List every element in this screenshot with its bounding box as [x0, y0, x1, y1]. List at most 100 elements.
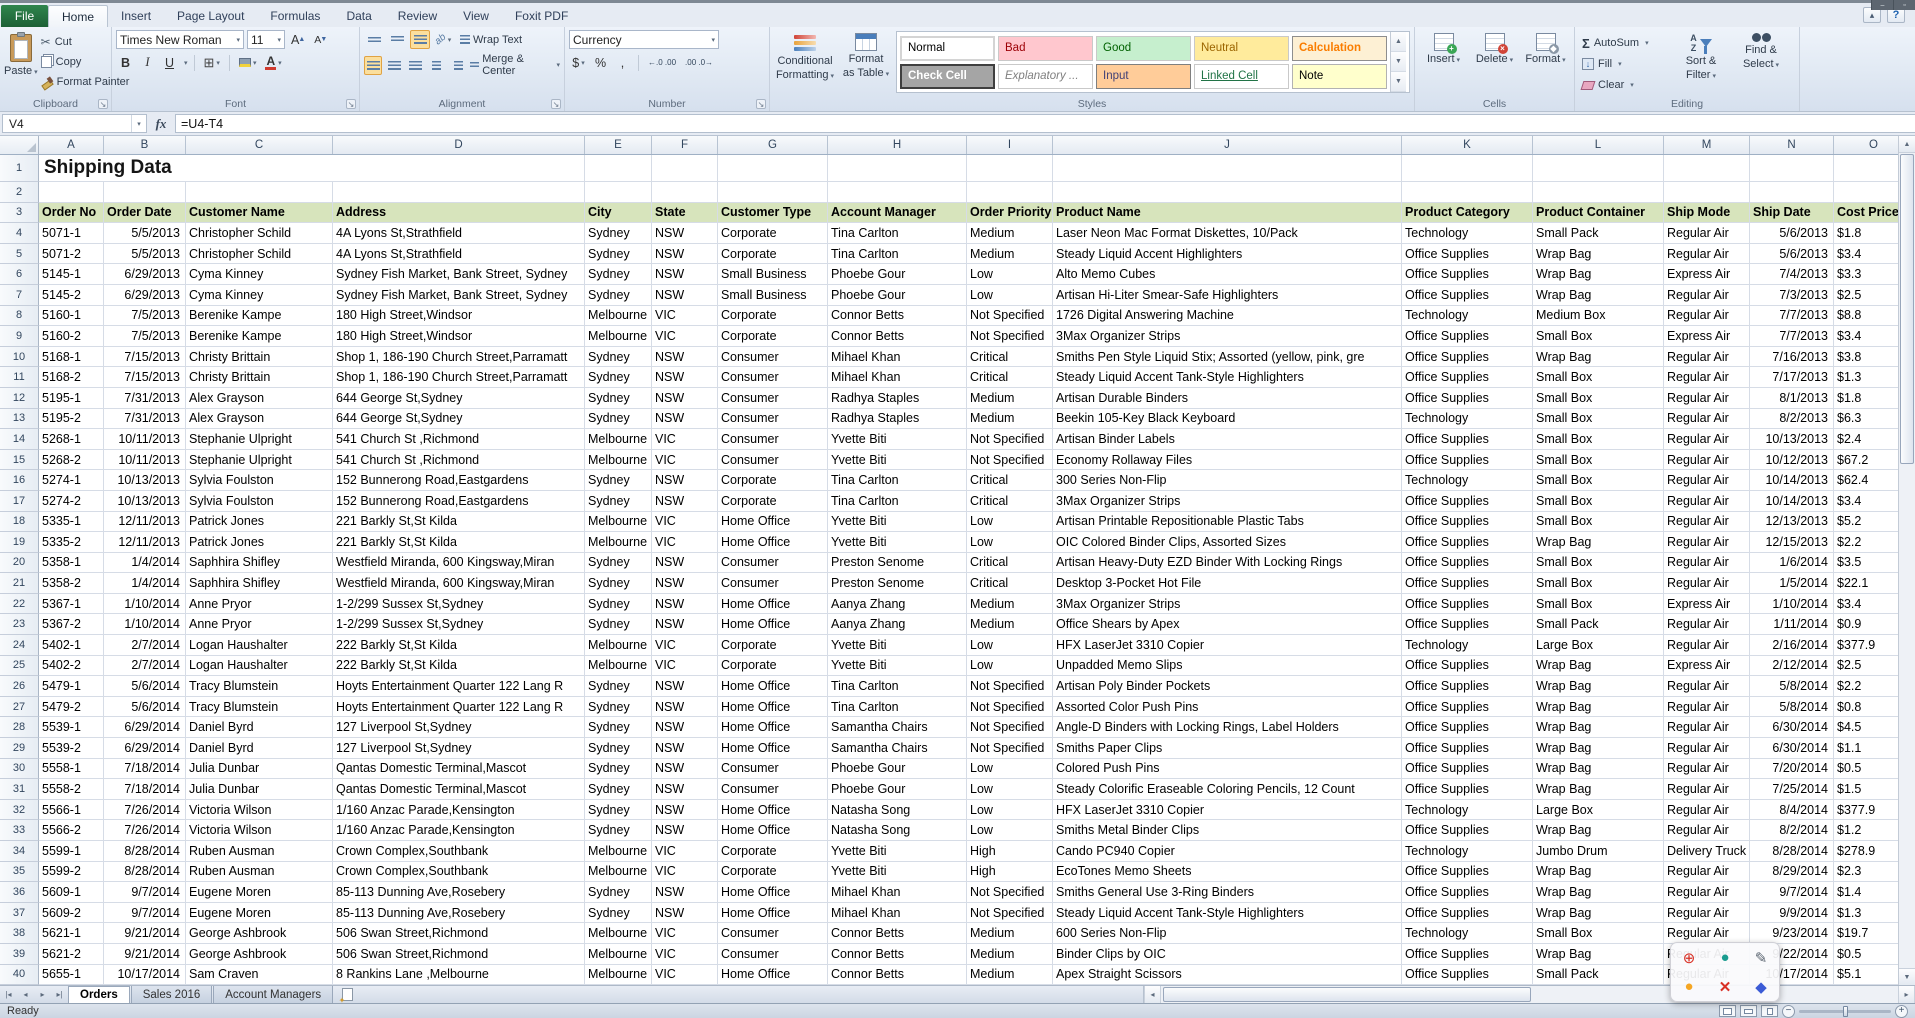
cell-E26[interactable]: Sydney [585, 676, 652, 697]
cell-J15[interactable]: Economy Rollaway Files [1053, 450, 1402, 471]
cell-G4[interactable]: Corporate [718, 223, 828, 244]
column-header-A[interactable]: A [39, 136, 104, 154]
cell-C3[interactable]: Customer Name [186, 203, 333, 224]
cell-E23[interactable]: Sydney [585, 614, 652, 635]
cell-D33[interactable]: 1/160 Anzac Parade,Kensington [333, 820, 585, 841]
cell-C25[interactable]: Logan Haushalter [186, 656, 333, 677]
cell-M15[interactable]: Regular Air [1664, 450, 1750, 471]
cell-D12[interactable]: 644 George St,Sydney [333, 388, 585, 409]
cell-E25[interactable]: Melbourne [585, 656, 652, 677]
cell-I8[interactable]: Not Specified [967, 306, 1053, 327]
cell-H37[interactable]: Mihael Khan [828, 903, 967, 924]
cell-F32[interactable]: NSW [652, 800, 718, 821]
cell-D5[interactable]: 4A Lyons St,Strathfield [333, 244, 585, 265]
cell-K25[interactable]: Office Supplies [1402, 656, 1533, 677]
cell-E24[interactable]: Melbourne [585, 635, 652, 656]
formula-input[interactable]: =U4-T4 [175, 114, 1915, 133]
cell-B34[interactable]: 8/28/2014 [104, 841, 186, 862]
cell-E10[interactable]: Sydney [585, 347, 652, 368]
cell-K38[interactable]: Technology [1402, 923, 1533, 944]
cell-I6[interactable]: Low [967, 264, 1053, 285]
cell-H17[interactable]: Tina Carlton [828, 491, 967, 512]
cell-G2[interactable] [718, 182, 828, 203]
cell-H24[interactable]: Yvette Biti [828, 635, 967, 656]
cell-E32[interactable]: Sydney [585, 800, 652, 821]
cell-G15[interactable]: Consumer [718, 450, 828, 471]
cell-L32[interactable]: Large Box [1533, 800, 1664, 821]
cell-J36[interactable]: Smiths General Use 3-Ring Binders [1053, 882, 1402, 903]
cell-L13[interactable]: Small Box [1533, 409, 1664, 430]
cell-M7[interactable]: Regular Air [1664, 285, 1750, 306]
ribbon-tab-page-layout[interactable]: Page Layout [164, 5, 257, 27]
cell-G33[interactable]: Home Office [718, 820, 828, 841]
cell-O12[interactable]: $1.8 [1834, 388, 1898, 409]
cell-H8[interactable]: Connor Betts [828, 306, 967, 327]
cell-H31[interactable]: Phoebe Gour [828, 779, 967, 800]
cell-L4[interactable]: Small Pack [1533, 223, 1664, 244]
orientation-icon[interactable]: ab▾ [433, 30, 453, 49]
cell-L12[interactable]: Small Box [1533, 388, 1664, 409]
cell-L30[interactable]: Wrap Bag [1533, 759, 1664, 780]
cell-N5[interactable]: 5/6/2013 [1750, 244, 1834, 265]
cell-H25[interactable]: Yvette Biti [828, 656, 967, 677]
cell-F19[interactable]: VIC [652, 532, 718, 553]
cell-K5[interactable]: Office Supplies [1402, 244, 1533, 265]
row-header-26[interactable]: 26 [0, 676, 39, 697]
cell-M20[interactable]: Regular Air [1664, 553, 1750, 574]
cell-C20[interactable]: Saphhira Shifley [186, 553, 333, 574]
cell-O27[interactable]: $0.8 [1834, 697, 1898, 718]
cell-D15[interactable]: 541 Church St ,Richmond [333, 450, 585, 471]
horizontal-scrollbar[interactable]: ◂ ▸ [1143, 986, 1915, 1003]
cell-I15[interactable]: Not Specified [967, 450, 1053, 471]
cell-M12[interactable]: Regular Air [1664, 388, 1750, 409]
cell-D31[interactable]: Qantas Domestic Terminal,Mascot [333, 779, 585, 800]
gallery-up-icon[interactable]: ▲ [1391, 32, 1406, 52]
cell-C16[interactable]: Sylvia Foulston [186, 470, 333, 491]
row-header-6[interactable]: 6 [0, 264, 39, 285]
cell-E17[interactable]: Sydney [585, 491, 652, 512]
cell-M16[interactable]: Regular Air [1664, 470, 1750, 491]
cell-A38[interactable]: 5621-1 [39, 923, 104, 944]
cell-M29[interactable]: Regular Air [1664, 738, 1750, 759]
cell-D10[interactable]: Shop 1, 186-190 Church Street,Parramatt [333, 347, 585, 368]
row-header-17[interactable]: 17 [0, 491, 39, 512]
cell-B10[interactable]: 7/15/2013 [104, 347, 186, 368]
cell-O9[interactable]: $3.4 [1834, 326, 1898, 347]
cell-L7[interactable]: Wrap Bag [1533, 285, 1664, 306]
cell-O19[interactable]: $2.2 [1834, 532, 1898, 553]
cell-D17[interactable]: 152 Bunnerong Road,Eastgardens [333, 491, 585, 512]
font-dialog-launcher[interactable]: ↘ [346, 99, 356, 109]
cell-M37[interactable]: Regular Air [1664, 903, 1750, 924]
column-header-K[interactable]: K [1402, 136, 1533, 154]
format-as-table-button[interactable]: Format as Table▾ [838, 30, 894, 96]
cell-I22[interactable]: Medium [967, 594, 1053, 615]
cell-L23[interactable]: Small Pack [1533, 614, 1664, 635]
cell-H16[interactable]: Tina Carlton [828, 470, 967, 491]
cell-E2[interactable] [585, 182, 652, 203]
cell-G29[interactable]: Home Office [718, 738, 828, 759]
cell-E28[interactable]: Sydney [585, 717, 652, 738]
cell-I24[interactable]: Low [967, 635, 1053, 656]
cell-C13[interactable]: Alex Grayson [186, 409, 333, 430]
top-align-icon[interactable] [364, 30, 384, 49]
cell-H26[interactable]: Tina Carlton [828, 676, 967, 697]
cell-H1[interactable] [828, 155, 967, 182]
cell-M19[interactable]: Regular Air [1664, 532, 1750, 553]
cell-style-check-cell[interactable]: Check Cell [900, 64, 995, 89]
cell-L19[interactable]: Wrap Bag [1533, 532, 1664, 553]
cell-G34[interactable]: Corporate [718, 841, 828, 862]
cell-A9[interactable]: 5160-2 [39, 326, 104, 347]
zoom-slider[interactable] [1799, 1010, 1891, 1013]
cell-I31[interactable]: Low [967, 779, 1053, 800]
cell-F37[interactable]: NSW [652, 903, 718, 924]
cell-E19[interactable]: Melbourne [585, 532, 652, 553]
cell-O20[interactable]: $3.5 [1834, 553, 1898, 574]
cell-F34[interactable]: VIC [652, 841, 718, 862]
cell-J5[interactable]: Steady Liquid Accent Highlighters [1053, 244, 1402, 265]
cell-G31[interactable]: Consumer [718, 779, 828, 800]
column-header-D[interactable]: D [333, 136, 585, 154]
cell-F20[interactable]: NSW [652, 553, 718, 574]
cell-E4[interactable]: Sydney [585, 223, 652, 244]
cell-H30[interactable]: Phoebe Gour [828, 759, 967, 780]
cell-M21[interactable]: Regular Air [1664, 573, 1750, 594]
